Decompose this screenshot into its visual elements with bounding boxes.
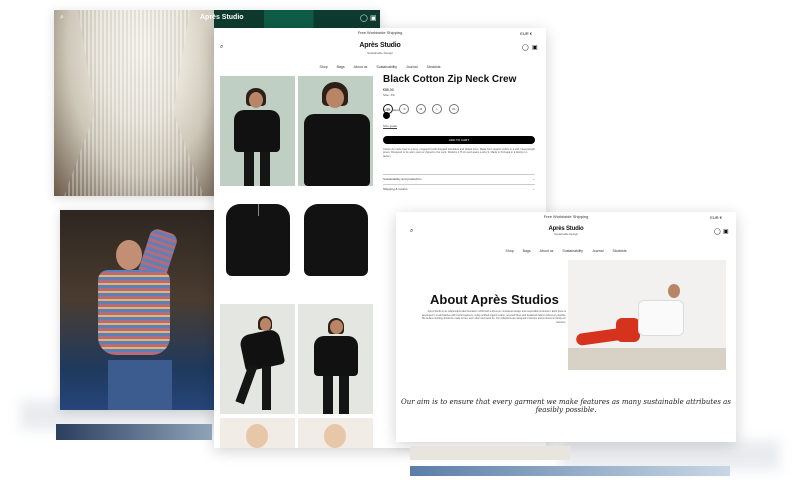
account-icon[interactable]: ◯ — [714, 228, 721, 235]
announcement-bar: Free Worldwide Shipping — [543, 214, 589, 219]
product-title: Black Cotton Zip Neck Crew — [383, 74, 517, 85]
product-description: Cotton zip neck crew in a boxy, cropped … — [383, 148, 535, 158]
nav-item[interactable]: Shop — [505, 249, 513, 253]
about-header: ⌕ Après Studio Sustainable Design ◯ ▣ Sh… — [396, 222, 736, 254]
nav-item[interactable]: Stockists — [427, 65, 441, 69]
currency-select[interactable]: EUR € — [710, 215, 722, 220]
product-photo[interactable] — [298, 304, 373, 414]
accordion-shipping[interactable]: Shipping & returns ⌄ — [383, 184, 535, 193]
about-photo — [568, 260, 726, 370]
image-strip — [410, 466, 730, 476]
jeans — [108, 360, 172, 410]
size-guide-link[interactable]: Size guide — [383, 124, 397, 128]
product-flat-front[interactable] — [220, 192, 295, 292]
currency-select[interactable]: EUR € — [520, 31, 532, 36]
product-photo[interactable] — [220, 418, 295, 448]
size-option[interactable]: L — [432, 104, 443, 114]
logo-sub: Sustainable Design — [553, 232, 579, 236]
size-option[interactable]: M — [415, 104, 426, 114]
account-icon[interactable]: ◯ — [522, 44, 529, 51]
about-body: Après Studio is an independent label fou… — [421, 310, 566, 324]
about-title: About Après Studios — [430, 292, 559, 307]
nav-item[interactable]: Bags — [337, 65, 345, 69]
nav-item[interactable]: Sustainability — [562, 249, 583, 253]
cart-icon[interactable]: ▣ — [723, 228, 729, 235]
nav-item[interactable]: Sustainability — [376, 65, 397, 69]
model-head — [668, 284, 680, 298]
red-trousers — [616, 318, 640, 342]
logo-sub: Sustainable Design — [367, 51, 393, 55]
nav-item[interactable]: About us — [540, 249, 554, 253]
accordion-label: Sustainability and production — [383, 177, 422, 181]
site-logo[interactable]: Après Studio — [214, 42, 546, 49]
product-photo[interactable] — [220, 76, 295, 186]
announcement-bar: Free Worldwide Shipping — [357, 30, 403, 35]
color-swatch-black[interactable] — [383, 112, 390, 119]
accordion-sustainability[interactable]: Sustainability and production ⌄ — [383, 174, 535, 183]
search-icon[interactable]: ⌕ — [60, 14, 64, 22]
product-price: €85,00 — [383, 88, 394, 92]
size-selector: XS S M L XL — [383, 97, 461, 115]
product-header: ⌕ Après Studio Sustainable Design ◯ ▣ Sh… — [214, 38, 546, 70]
nav-item[interactable]: Journal — [406, 65, 417, 69]
product-photo[interactable] — [220, 304, 295, 414]
nav-item[interactable]: Journal — [592, 249, 603, 253]
image-strip — [410, 446, 570, 460]
knit-window — [60, 210, 215, 410]
nav-item[interactable]: About us — [354, 65, 368, 69]
white-shirt — [638, 300, 684, 336]
corset-photo — [54, 10, 214, 196]
chevron-down-icon: ⌄ — [532, 177, 535, 181]
about-window: Free Worldwide Shipping EUR € ⌕ Après St… — [396, 212, 736, 442]
main-nav: Shop Bags About us Sustainability Journa… — [396, 249, 736, 253]
cart-icon[interactable]: ▣ — [532, 44, 538, 51]
knit-top — [98, 270, 170, 355]
model-head — [116, 240, 142, 270]
back-logo[interactable]: Après Studio — [200, 14, 244, 21]
image-strip — [56, 424, 212, 440]
back-header: ⌕ Après Studio ◯ ▣ — [54, 10, 380, 26]
account-icon[interactable]: ◯ — [360, 14, 368, 22]
add-to-cart-button[interactable]: ADD TO CART — [383, 136, 535, 144]
size-option[interactable]: XL — [448, 104, 459, 114]
nav-item[interactable]: Stockists — [613, 249, 627, 253]
product-flat-back[interactable] — [298, 192, 373, 292]
knit-photo — [60, 210, 215, 410]
accordion-label: Shipping & returns — [383, 187, 408, 191]
about-quote: Our aim is to ensure that every garment … — [401, 398, 731, 414]
cart-icon[interactable]: ▣ — [370, 14, 377, 22]
chevron-down-icon: ⌄ — [532, 187, 535, 191]
product-photo[interactable] — [298, 418, 373, 448]
product-photo[interactable] — [298, 76, 373, 186]
main-nav: Shop Bags About us Sustainability Journa… — [214, 65, 546, 69]
nav-item[interactable]: Bags — [523, 249, 531, 253]
nav-item[interactable]: Shop — [319, 65, 327, 69]
size-option[interactable]: S — [399, 104, 410, 114]
